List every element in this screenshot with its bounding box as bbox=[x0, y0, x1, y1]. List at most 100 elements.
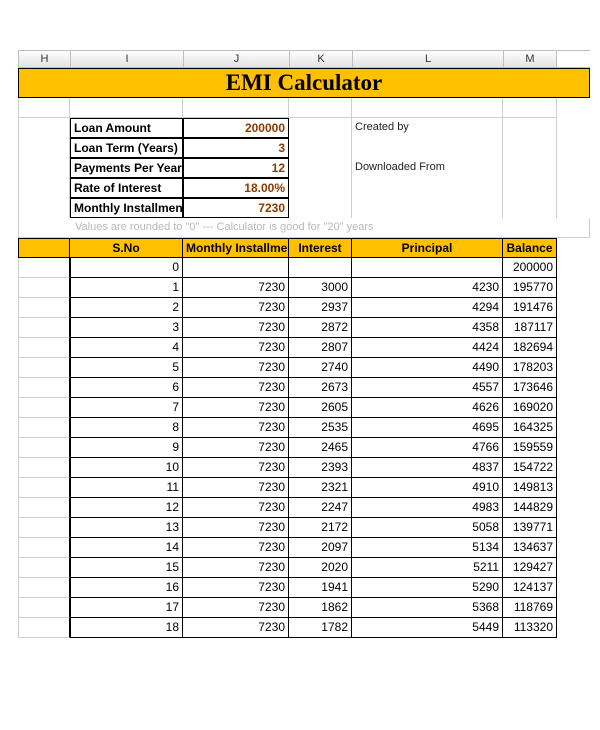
cell-balance[interactable]: 195770 bbox=[503, 278, 557, 298]
blank-cell[interactable] bbox=[18, 538, 70, 558]
cell-interest[interactable]: 2740 bbox=[289, 358, 352, 378]
cell-interest[interactable]: 2020 bbox=[289, 558, 352, 578]
cell-principal[interactable]: 4766 bbox=[352, 438, 503, 458]
col-header-J[interactable]: J bbox=[183, 51, 289, 67]
blank-cell[interactable] bbox=[18, 318, 70, 338]
table-row[interactable]: 6723026734557173646 bbox=[18, 378, 590, 398]
blank-cell[interactable] bbox=[18, 458, 70, 478]
cell-principal[interactable]: 5211 bbox=[352, 558, 503, 578]
loan-term-value[interactable]: 3 bbox=[183, 138, 289, 158]
cell-interest[interactable]: 2097 bbox=[289, 538, 352, 558]
cell-interest[interactable]: 1941 bbox=[289, 578, 352, 598]
cell-interest[interactable]: 2465 bbox=[289, 438, 352, 458]
cell-installment[interactable] bbox=[183, 258, 289, 278]
blank-cell[interactable] bbox=[18, 558, 70, 578]
blank-cell[interactable] bbox=[18, 498, 70, 518]
cell-principal[interactable]: 4358 bbox=[352, 318, 503, 338]
cell-balance[interactable]: 113320 bbox=[503, 618, 557, 638]
cell-principal[interactable]: 4695 bbox=[352, 418, 503, 438]
cell-principal[interactable]: 5058 bbox=[352, 518, 503, 538]
blank-cell[interactable] bbox=[18, 578, 70, 598]
cell-sno[interactable]: 2 bbox=[70, 298, 183, 318]
cell-sno[interactable]: 8 bbox=[70, 418, 183, 438]
cell-principal[interactable]: 4424 bbox=[352, 338, 503, 358]
cell-principal[interactable]: 5368 bbox=[352, 598, 503, 618]
cell-installment[interactable]: 7230 bbox=[183, 298, 289, 318]
cell-sno[interactable]: 1 bbox=[70, 278, 183, 298]
cell-balance[interactable]: 154722 bbox=[503, 458, 557, 478]
cell-principal[interactable]: 5134 bbox=[352, 538, 503, 558]
cell-interest[interactable]: 2872 bbox=[289, 318, 352, 338]
cell-balance[interactable]: 149813 bbox=[503, 478, 557, 498]
cell-principal[interactable]: 4910 bbox=[352, 478, 503, 498]
cell-balance[interactable]: 124137 bbox=[503, 578, 557, 598]
cell-interest[interactable]: 2393 bbox=[289, 458, 352, 478]
cell-balance[interactable]: 164325 bbox=[503, 418, 557, 438]
table-row[interactable]: 15723020205211129427 bbox=[18, 558, 590, 578]
cell-balance[interactable]: 178203 bbox=[503, 358, 557, 378]
table-row[interactable]: 7723026054626169020 bbox=[18, 398, 590, 418]
cell-sno[interactable]: 17 bbox=[70, 598, 183, 618]
table-row[interactable]: 0 200000 bbox=[18, 258, 590, 278]
cell-sno[interactable]: 18 bbox=[70, 618, 183, 638]
cell-installment[interactable]: 7230 bbox=[183, 458, 289, 478]
cell-installment[interactable]: 7230 bbox=[183, 338, 289, 358]
cell-principal[interactable]: 5449 bbox=[352, 618, 503, 638]
loan-amount-value[interactable]: 200000 bbox=[183, 118, 289, 138]
cell-installment[interactable]: 7230 bbox=[183, 378, 289, 398]
table-row[interactable]: 10723023934837154722 bbox=[18, 458, 590, 478]
title-cell[interactable]: EMI Calculator bbox=[18, 68, 590, 98]
table-row[interactable]: 16723019415290124137 bbox=[18, 578, 590, 598]
cell-interest[interactable]: 2247 bbox=[289, 498, 352, 518]
cell-balance[interactable]: 182694 bbox=[503, 338, 557, 358]
col-header-H[interactable]: H bbox=[18, 51, 70, 67]
col-header-K[interactable]: K bbox=[289, 51, 352, 67]
blank-cell[interactable] bbox=[18, 398, 70, 418]
cell-interest[interactable] bbox=[289, 258, 352, 278]
blank-cell[interactable] bbox=[18, 438, 70, 458]
cell-principal[interactable]: 4490 bbox=[352, 358, 503, 378]
cell-principal[interactable]: 4983 bbox=[352, 498, 503, 518]
table-row[interactable]: 2723029374294191476 bbox=[18, 298, 590, 318]
cell-balance[interactable]: 200000 bbox=[503, 258, 557, 278]
col-header-I[interactable]: I bbox=[70, 51, 183, 67]
cell-interest[interactable]: 2807 bbox=[289, 338, 352, 358]
cell-sno[interactable]: 0 bbox=[70, 258, 183, 278]
cell-installment[interactable]: 7230 bbox=[183, 618, 289, 638]
cell-sno[interactable]: 14 bbox=[70, 538, 183, 558]
table-row[interactable]: 5723027404490178203 bbox=[18, 358, 590, 378]
table-row[interactable]: 13723021725058139771 bbox=[18, 518, 590, 538]
cell-balance[interactable]: 169020 bbox=[503, 398, 557, 418]
cell-installment[interactable]: 7230 bbox=[183, 598, 289, 618]
blank-cell[interactable] bbox=[18, 478, 70, 498]
cell-installment[interactable]: 7230 bbox=[183, 578, 289, 598]
cell-installment[interactable]: 7230 bbox=[183, 318, 289, 338]
cell-balance[interactable]: 173646 bbox=[503, 378, 557, 398]
cell-balance[interactable]: 139771 bbox=[503, 518, 557, 538]
cell-balance[interactable]: 144829 bbox=[503, 498, 557, 518]
cell-balance[interactable]: 118769 bbox=[503, 598, 557, 618]
blank-cell[interactable] bbox=[18, 258, 70, 278]
cell-installment[interactable]: 7230 bbox=[183, 498, 289, 518]
ppy-value[interactable]: 12 bbox=[183, 158, 289, 178]
cell-principal[interactable]: 4626 bbox=[352, 398, 503, 418]
cell-sno[interactable]: 13 bbox=[70, 518, 183, 538]
cell-interest[interactable]: 1862 bbox=[289, 598, 352, 618]
table-row[interactable]: 18723017825449113320 bbox=[18, 618, 590, 638]
blank-cell[interactable] bbox=[18, 418, 70, 438]
table-row[interactable]: 4723028074424182694 bbox=[18, 338, 590, 358]
table-row[interactable]: 14723020975134134637 bbox=[18, 538, 590, 558]
cell-installment[interactable]: 7230 bbox=[183, 278, 289, 298]
col-header-L[interactable]: L bbox=[352, 51, 503, 67]
cell-installment[interactable]: 7230 bbox=[183, 418, 289, 438]
cell-balance[interactable]: 191476 bbox=[503, 298, 557, 318]
cell-sno[interactable]: 9 bbox=[70, 438, 183, 458]
cell-principal[interactable]: 4294 bbox=[352, 298, 503, 318]
cell-sno[interactable]: 7 bbox=[70, 398, 183, 418]
cell-sno[interactable]: 11 bbox=[70, 478, 183, 498]
cell-principal[interactable]: 4557 bbox=[352, 378, 503, 398]
cell-installment[interactable]: 7230 bbox=[183, 538, 289, 558]
cell-principal[interactable] bbox=[352, 258, 503, 278]
cell-interest[interactable]: 2535 bbox=[289, 418, 352, 438]
cell-installment[interactable]: 7230 bbox=[183, 558, 289, 578]
